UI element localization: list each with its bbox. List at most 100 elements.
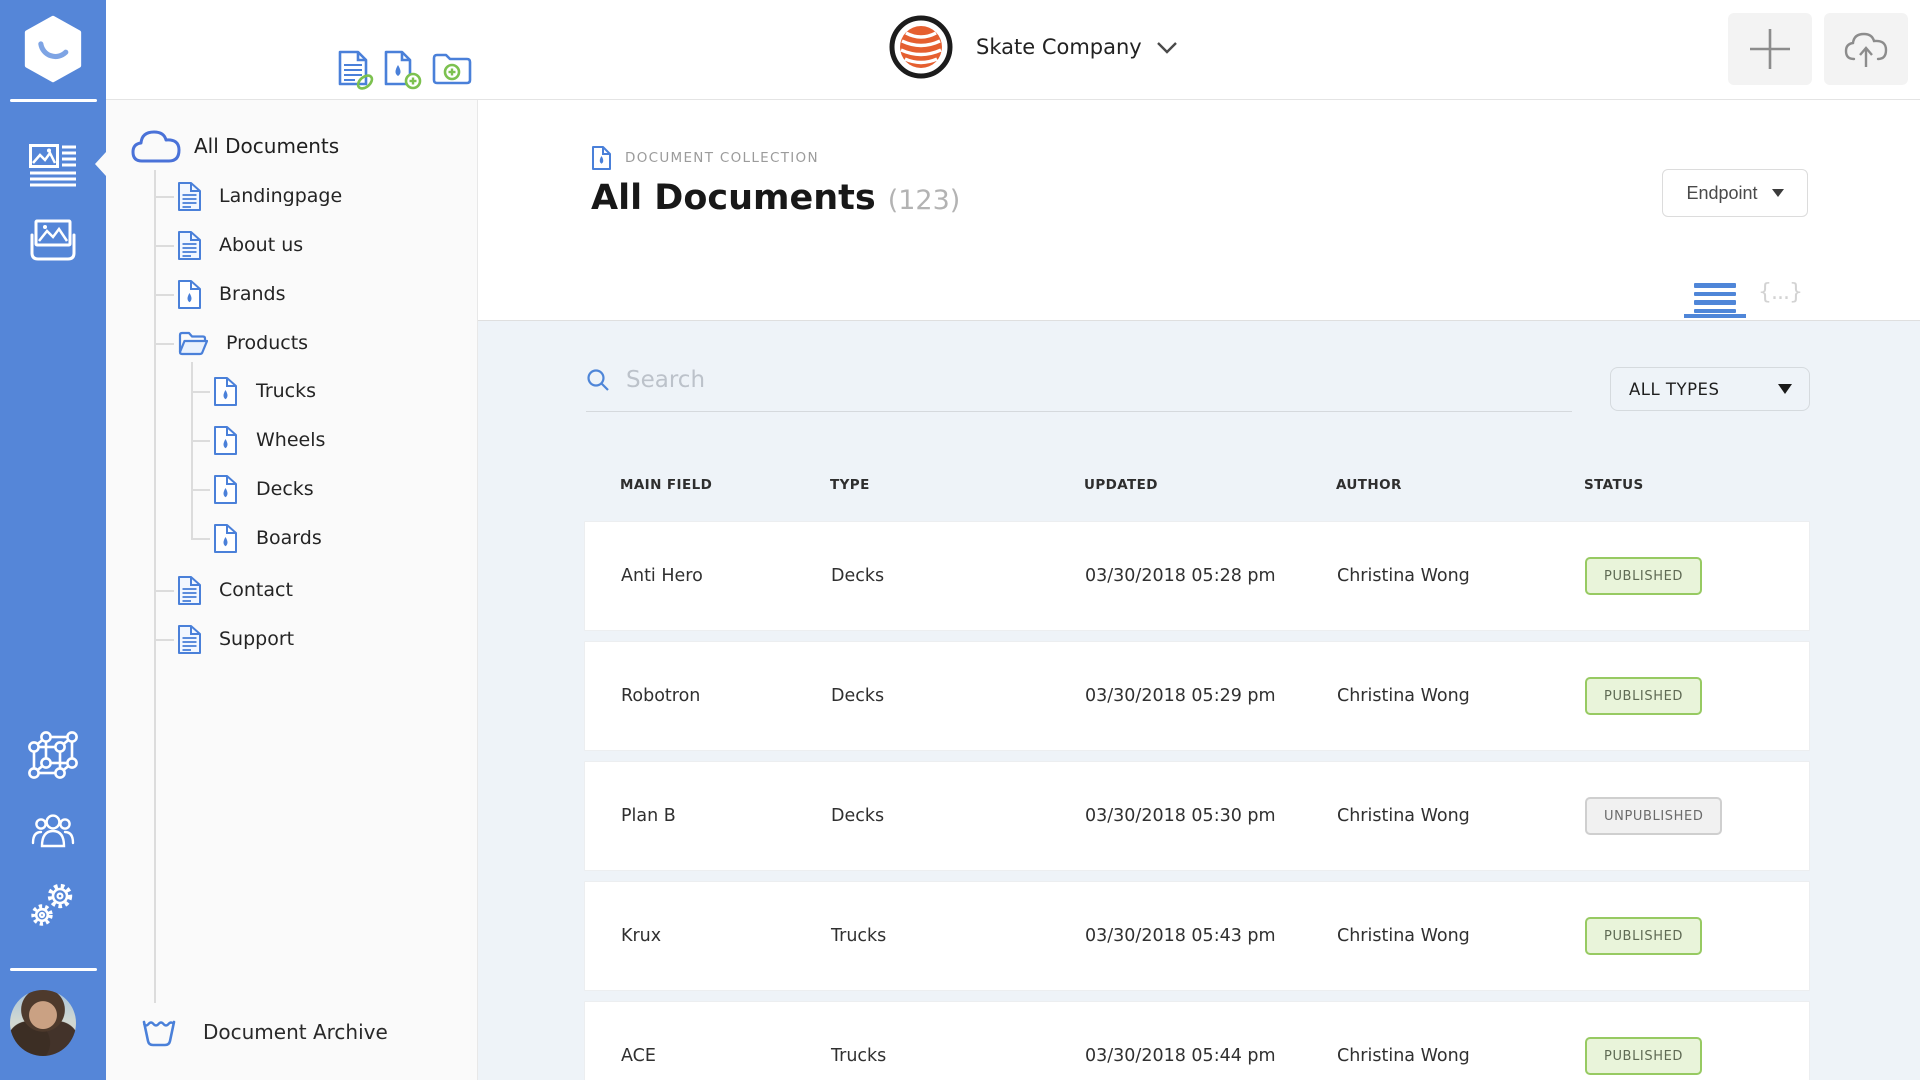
tree-branch-line	[191, 538, 210, 540]
skate-company-logo	[889, 15, 953, 79]
relations-cube-icon	[28, 731, 78, 779]
cell-author: Christina Wong	[1337, 566, 1470, 586]
add-folder-icon[interactable]	[432, 50, 472, 92]
search-input[interactable]	[626, 366, 1506, 393]
document-tree-panel: All Documents Landingpage About us Brands P…	[106, 100, 478, 1080]
table-row[interactable]: Plan B Decks 03/30/2018 05:30 pm Christina …	[584, 761, 1810, 871]
sidebar-divider	[10, 968, 97, 971]
document-text-icon	[178, 230, 201, 260]
endpoint-button[interactable]: Endpoint	[1662, 169, 1808, 217]
column-header-author: AUTHOR	[1336, 477, 1402, 493]
caret-down-icon	[1771, 189, 1784, 197]
cell-updated: 03/30/2018 05:43 pm	[1085, 926, 1276, 946]
users-icon	[31, 814, 75, 848]
column-header-updated: UPDATED	[1084, 477, 1158, 493]
workspace-switcher[interactable]: Skate Company	[888, 14, 1178, 80]
tree-item-label: Document Archive	[203, 1020, 388, 1044]
add-document-button[interactable]	[1728, 13, 1812, 85]
cell-type: Decks	[831, 566, 885, 586]
tree-item-label: Boards	[256, 527, 322, 549]
tree-branch-line	[154, 196, 174, 198]
settings-gears-icon	[31, 883, 73, 926]
status-badge: PUBLISHED	[1585, 917, 1703, 955]
cloud-upload-icon	[1844, 32, 1888, 67]
cell-type: Decks	[831, 686, 885, 706]
column-header-main-field: MAIN FIELD	[620, 477, 713, 493]
app-logo-hexagon-icon[interactable]	[21, 15, 85, 83]
cell-author: Christina Wong	[1337, 686, 1470, 706]
tree-item-contact[interactable]: Contact	[154, 573, 293, 607]
page-title: All Documents	[591, 178, 876, 218]
tree-item-all-documents[interactable]: All Documents	[131, 128, 339, 164]
column-header-status: STATUS	[1584, 477, 1644, 493]
list-view-icon	[1694, 283, 1736, 288]
search-bar[interactable]	[586, 348, 1572, 412]
active-tab-underline	[1684, 314, 1746, 318]
top-bar: Skate Company	[106, 0, 1920, 100]
document-text-icon	[178, 624, 201, 654]
tab-api-view[interactable]: {...}	[1758, 278, 1803, 305]
type-filter-dropdown[interactable]: ALL TYPES	[1610, 367, 1810, 411]
tree-item-trucks[interactable]: Trucks	[191, 374, 316, 408]
status-badge: PUBLISHED	[1585, 677, 1703, 715]
tree-item-boards[interactable]: Boards	[191, 521, 322, 555]
tree-item-about-us[interactable]: About us	[154, 228, 303, 262]
table-row[interactable]: Krux Trucks 03/30/2018 05:43 pm Christina W…	[584, 881, 1810, 991]
tree-item-support[interactable]: Support	[154, 622, 295, 656]
tree-item-label: Contact	[219, 579, 293, 601]
tree-item-landingpage[interactable]: Landingpage	[154, 179, 342, 213]
sidebar-item-relations[interactable]	[0, 731, 106, 779]
collection-kicker: DOCUMENT COLLECTION	[592, 146, 819, 170]
table-row[interactable]: Anti Hero Decks 03/30/2018 05:28 pm Christi…	[584, 521, 1810, 631]
tree-branch-line	[191, 489, 210, 491]
document-asset-icon	[214, 376, 237, 406]
document-count: (123)	[887, 185, 961, 216]
view-tabs: {...}	[1684, 278, 1803, 318]
upload-button[interactable]	[1824, 13, 1908, 85]
caret-down-icon	[1778, 384, 1792, 394]
cell-updated: 03/30/2018 05:44 pm	[1085, 1046, 1276, 1066]
column-header-type: TYPE	[830, 477, 870, 493]
document-asset-icon	[178, 279, 201, 309]
tree-branch-line	[154, 245, 174, 247]
tree-branch-line	[154, 590, 174, 592]
tree-item-brands[interactable]: Brands	[154, 277, 286, 311]
document-asset-icon	[214, 425, 237, 455]
document-text-icon	[178, 181, 201, 211]
cell-author: Christina Wong	[1337, 806, 1470, 826]
sidebar-item-users[interactable]	[0, 812, 106, 848]
add-asset-document-icon[interactable]	[384, 50, 422, 94]
tree-item-document-archive[interactable]: Document Archive	[141, 1016, 388, 1048]
table-row[interactable]: ACE Trucks 03/30/2018 05:44 pm Christina Wo…	[584, 1001, 1810, 1080]
main-sidebar	[0, 0, 106, 1080]
tree-item-wheels[interactable]: Wheels	[191, 423, 325, 457]
status-badge: PUBLISHED	[1585, 557, 1703, 595]
cell-main-field: Krux	[621, 926, 662, 946]
cell-updated: 03/30/2018 05:30 pm	[1085, 806, 1276, 826]
tree-item-label: All Documents	[194, 134, 340, 158]
tree-item-label: Support	[219, 628, 295, 650]
app-root: Skate Company All Documents Landingpage …	[0, 0, 1920, 1080]
collection-header: DOCUMENT COLLECTION All Documents (123) …	[478, 100, 1920, 321]
sidebar-item-settings[interactable]	[0, 882, 106, 932]
tree-branch-line	[191, 440, 210, 442]
table-row[interactable]: Robotron Decks 03/30/2018 05:29 pm Christin…	[584, 641, 1810, 751]
tree-item-label: Decks	[256, 478, 314, 500]
tree-item-products[interactable]: Products	[154, 326, 308, 360]
document-text-icon	[178, 575, 201, 605]
cell-type: Trucks	[831, 1046, 887, 1066]
tree-item-label: Brands	[219, 283, 286, 305]
sidebar-item-media[interactable]	[0, 219, 106, 261]
tree-item-decks[interactable]: Decks	[191, 472, 314, 506]
sidebar-item-content[interactable]	[0, 144, 106, 188]
tree-branch-line	[154, 639, 174, 641]
cell-author: Christina Wong	[1337, 1046, 1470, 1066]
cell-main-field: Anti Hero	[621, 566, 703, 586]
cell-type: Decks	[831, 806, 885, 826]
user-avatar[interactable]	[10, 990, 76, 1056]
document-asset-icon	[592, 146, 611, 170]
link-document-icon[interactable]	[338, 50, 374, 94]
tab-list-view[interactable]	[1684, 278, 1746, 318]
tree-line	[191, 362, 193, 540]
active-item-notch	[95, 152, 106, 176]
